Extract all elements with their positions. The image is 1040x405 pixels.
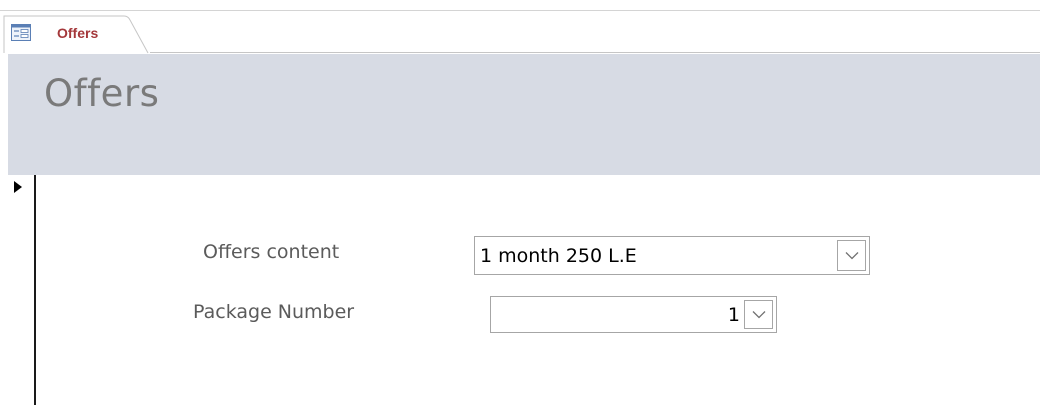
- offers-content-combobox[interactable]: 1 month 250 L.E: [474, 236, 870, 275]
- form-title: Offers: [44, 72, 160, 115]
- offers-content-label: Offers content: [203, 241, 340, 263]
- chevron-down-icon: [752, 311, 765, 319]
- package-number-label: Package Number: [193, 301, 355, 323]
- chevron-down-icon: [845, 252, 858, 260]
- package-number-value[interactable]: 1: [728, 304, 740, 326]
- current-record-arrow-icon: [14, 181, 22, 193]
- document-tab-label[interactable]: Offers: [57, 25, 98, 41]
- tab-strip-baseline: [150, 52, 1040, 53]
- form-header: [8, 54, 1040, 175]
- access-form-window: Offers Offers Offers content 1 month 250…: [0, 0, 1040, 405]
- package-number-dropdown-button[interactable]: [744, 300, 773, 329]
- package-number-combobox[interactable]: 1: [490, 296, 777, 333]
- offers-content-dropdown-button[interactable]: [837, 240, 866, 271]
- record-selector[interactable]: [8, 175, 36, 405]
- document-tab-strip: [0, 11, 1040, 54]
- offers-content-value[interactable]: 1 month 250 L.E: [480, 245, 637, 267]
- form-icon: [11, 24, 31, 41]
